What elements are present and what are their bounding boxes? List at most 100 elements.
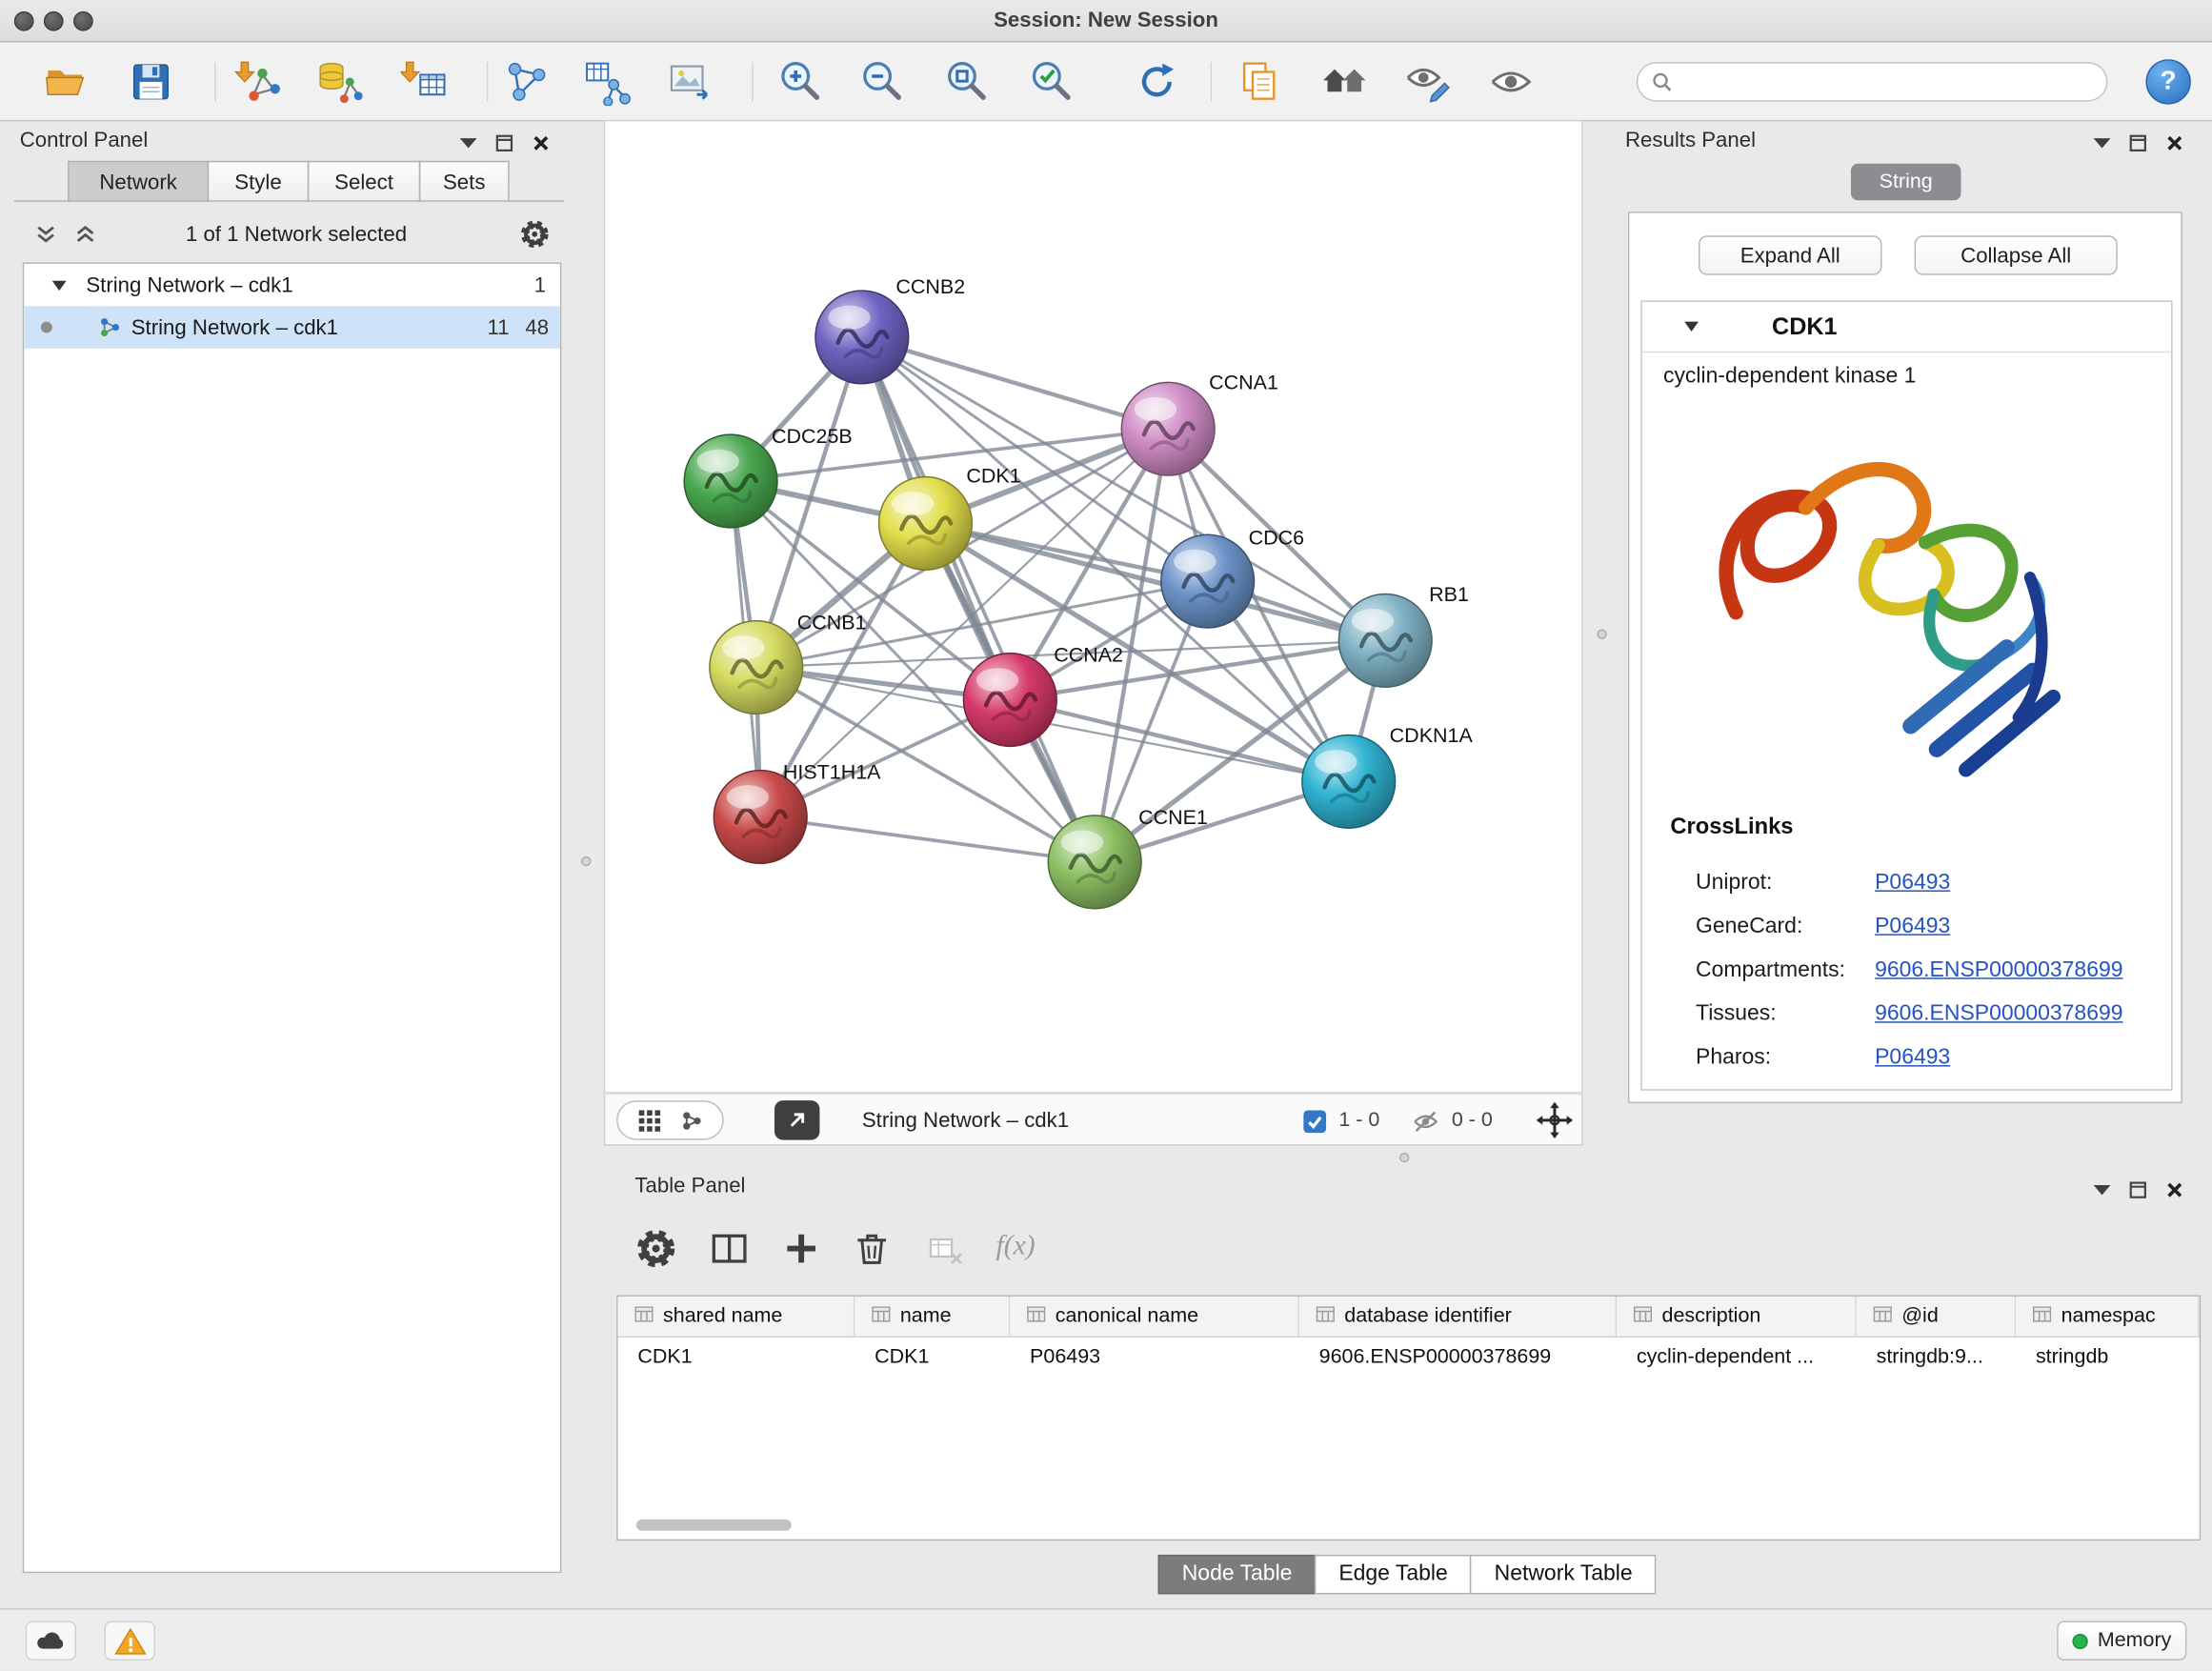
delete-table-button-disabled[interactable] xyxy=(925,1230,964,1277)
panel-menu-icon[interactable] xyxy=(460,137,477,147)
open-session-button[interactable] xyxy=(38,55,94,109)
help-button[interactable]: ? xyxy=(2145,59,2190,104)
search-input[interactable] xyxy=(1680,70,2092,93)
tab-select[interactable]: Select xyxy=(308,161,420,202)
grid-view-icon[interactable] xyxy=(637,1108,661,1132)
hide-annotation-button[interactable] xyxy=(1399,55,1456,109)
network-from-table-button[interactable] xyxy=(578,55,634,109)
collapse-all-button[interactable] xyxy=(34,223,58,254)
results-tab-string[interactable]: String xyxy=(1851,164,1961,201)
entry-header[interactable]: CDK1 xyxy=(1642,302,2171,352)
network-view-icon[interactable] xyxy=(679,1108,703,1132)
splitter-handle[interactable] xyxy=(1399,1153,1409,1162)
tab-node-table[interactable]: Node Table xyxy=(1158,1555,1317,1594)
edge-count: 48 xyxy=(510,315,560,339)
delete-column-button[interactable] xyxy=(851,1227,893,1277)
save-session-button[interactable] xyxy=(123,55,179,109)
panel-menu-icon[interactable] xyxy=(2094,1184,2111,1194)
zoom-selected-button[interactable] xyxy=(1023,55,1079,109)
cloud-status-button[interactable] xyxy=(26,1621,76,1661)
node-CCNB1[interactable] xyxy=(710,621,803,715)
import-network-database-button[interactable] xyxy=(312,55,368,109)
tab-style[interactable]: Style xyxy=(208,161,310,202)
first-neighbors-button[interactable] xyxy=(1317,55,1373,109)
column-header-name[interactable]: name xyxy=(855,1297,1010,1336)
zoom-fit-button[interactable] xyxy=(938,55,995,109)
edge-CCNB2-CCNA1[interactable] xyxy=(862,337,1168,429)
copy-button[interactable] xyxy=(1232,55,1288,109)
window-close-button[interactable] xyxy=(14,11,34,31)
entry-collapse-icon[interactable] xyxy=(1684,322,1699,332)
network-canvas[interactable]: CCNB2CCNA1CDC25BCDK1CDC6RB1CCNB1CCNA2CDK… xyxy=(604,120,1583,1094)
column-header-canonical-name[interactable]: canonical name xyxy=(1010,1297,1299,1336)
node-CDK1[interactable] xyxy=(879,477,973,571)
node-RB1[interactable] xyxy=(1338,594,1432,687)
refresh-button[interactable] xyxy=(1129,55,1185,109)
edge-CCNB2-CCNE1[interactable] xyxy=(862,337,1095,862)
node-CCNA2[interactable] xyxy=(963,654,1056,747)
crosslink-value-link[interactable]: P06493 xyxy=(1875,870,1950,896)
column-header-description[interactable]: description xyxy=(1617,1297,1857,1336)
column-header--id[interactable]: @id xyxy=(1857,1297,2016,1336)
network-graph[interactable]: CCNB2CCNA1CDC25BCDK1CDC6RB1CCNB1CCNA2CDK… xyxy=(605,121,1581,1092)
edge-HIST1H1A-CCNE1[interactable] xyxy=(760,816,1095,861)
panel-close-icon[interactable] xyxy=(532,133,550,151)
expand-all-tree-button[interactable] xyxy=(73,223,97,254)
tree-expand-icon[interactable] xyxy=(52,280,67,290)
crosslink-value-link[interactable]: 9606.ENSP00000378699 xyxy=(1875,957,2122,983)
show-columns-button[interactable] xyxy=(708,1227,750,1277)
hidden-eye-slash-icon[interactable] xyxy=(1412,1109,1438,1135)
node-CCNA1[interactable] xyxy=(1121,382,1215,475)
crosslink-value-link[interactable]: P06493 xyxy=(1875,1045,1950,1071)
zoom-out-button[interactable] xyxy=(854,55,910,109)
tab-edge-table[interactable]: Edge Table xyxy=(1315,1555,1472,1594)
node-CDKN1A[interactable] xyxy=(1302,735,1396,829)
import-network-file-button[interactable] xyxy=(230,55,286,109)
crosslink-value-link[interactable]: 9606.ENSP00000378699 xyxy=(1875,1001,2122,1027)
window-zoom-button[interactable] xyxy=(73,11,93,31)
toolbar-search[interactable] xyxy=(1637,62,2108,101)
node-HIST1H1A[interactable] xyxy=(714,771,807,864)
panel-close-icon[interactable] xyxy=(2165,1180,2183,1198)
tab-network-table[interactable]: Network Table xyxy=(1470,1555,1656,1594)
panel-float-icon[interactable] xyxy=(2129,133,2147,151)
node-CCNB2[interactable] xyxy=(815,291,909,384)
node-CDC25B[interactable] xyxy=(684,434,777,528)
column-header-namespac[interactable]: namespac xyxy=(2016,1297,2200,1336)
memory-button[interactable]: Memory xyxy=(2057,1621,2186,1661)
tab-sets[interactable]: Sets xyxy=(419,161,510,202)
network-collection-row[interactable]: String Network – cdk1 1 xyxy=(24,264,560,306)
export-image-button[interactable] xyxy=(662,55,718,109)
panel-menu-icon[interactable] xyxy=(2094,137,2111,147)
splitter-handle[interactable] xyxy=(581,856,591,866)
panel-float-icon[interactable] xyxy=(495,133,513,151)
column-header-shared-name[interactable]: shared name xyxy=(618,1297,855,1336)
network-row-selected[interactable]: String Network – cdk1 11 48 xyxy=(24,306,560,348)
panel-close-icon[interactable] xyxy=(2165,133,2183,151)
column-header-database-identifier[interactable]: database identifier xyxy=(1299,1297,1617,1336)
collapse-all-button[interactable]: Collapse All xyxy=(1915,235,2118,274)
horizontal-scrollbar-thumb[interactable] xyxy=(636,1520,792,1531)
selected-checkbox-icon[interactable] xyxy=(1302,1109,1328,1135)
expand-all-button[interactable]: Expand All xyxy=(1699,235,1882,274)
show-hide-button[interactable] xyxy=(1482,55,1538,109)
import-table-button[interactable] xyxy=(396,55,452,109)
function-builder-button[interactable]: f(x) xyxy=(996,1230,1036,1262)
window-minimize-button[interactable] xyxy=(44,11,64,31)
warnings-button[interactable] xyxy=(105,1621,155,1661)
panel-float-icon[interactable] xyxy=(2129,1180,2147,1198)
table-options-button[interactable] xyxy=(634,1227,676,1277)
control-panel-options-button[interactable] xyxy=(519,219,551,257)
detach-view-button[interactable] xyxy=(774,1100,819,1139)
pan-crosshair-icon[interactable] xyxy=(1537,1102,1574,1139)
node-CDC6[interactable] xyxy=(1161,534,1255,628)
tab-network[interactable]: Network xyxy=(68,161,209,202)
zoom-in-button[interactable] xyxy=(772,55,828,109)
create-column-button[interactable] xyxy=(780,1227,822,1277)
splitter-handle[interactable] xyxy=(1597,629,1606,638)
node-CCNE1[interactable] xyxy=(1048,815,1141,909)
table-row[interactable]: CDK1CDK1P064939606.ENSP00000378699cyclin… xyxy=(618,1338,2200,1377)
crosslink-value-link[interactable]: P06493 xyxy=(1875,914,1950,939)
clone-network-button[interactable] xyxy=(498,55,554,109)
crosslink-label: Tissues: xyxy=(1696,1001,1875,1027)
